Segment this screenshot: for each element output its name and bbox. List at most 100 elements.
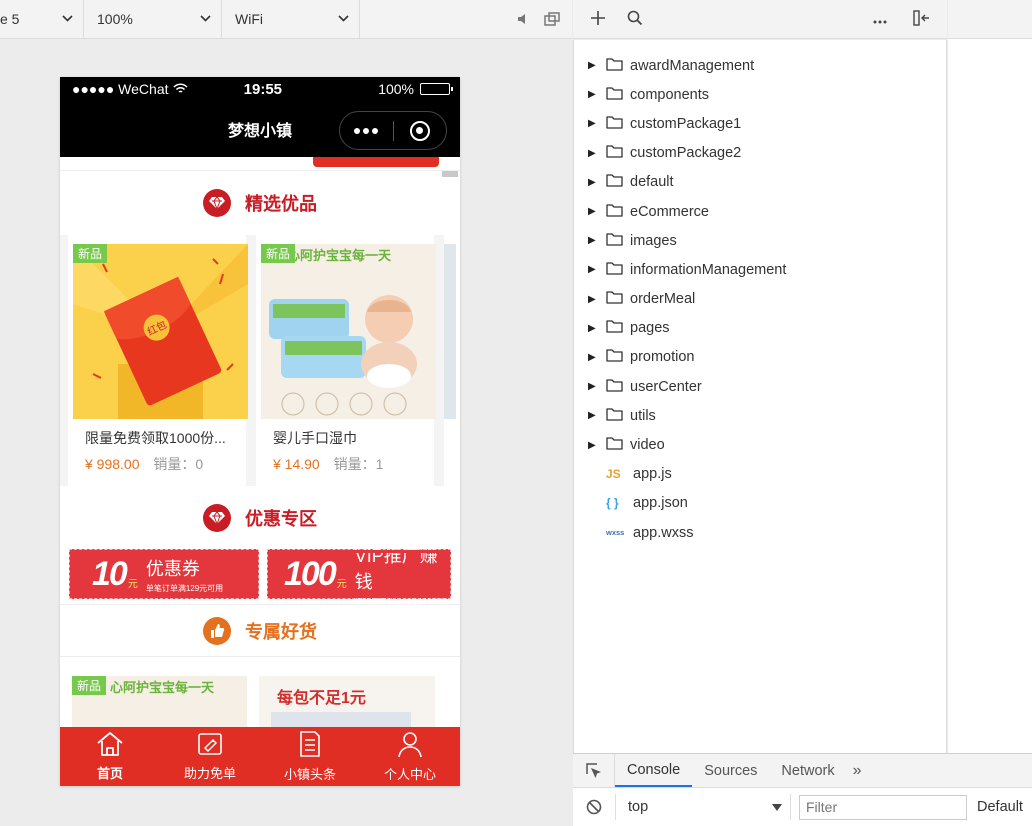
tag-icon bbox=[196, 731, 224, 760]
console-filter-input[interactable] bbox=[799, 794, 967, 820]
expand-caret-icon[interactable]: ▶ bbox=[588, 89, 598, 100]
tree-folder[interactable]: ▶ customPackage2 bbox=[574, 139, 946, 168]
exclusive-product-row[interactable]: 新品 心阿护宝宝每一天 每包不足1元 bbox=[60, 657, 460, 727]
expand-caret-icon[interactable]: ▶ bbox=[588, 440, 598, 451]
folder-name: images bbox=[630, 232, 677, 249]
product-card[interactable]: 新品 红包 限量免费领取1000份... ¥ 998.00 销量：0 bbox=[68, 235, 248, 486]
expand-caret-icon[interactable]: ▶ bbox=[588, 206, 598, 217]
folder-name: informationManagement bbox=[630, 261, 787, 278]
tree-folder[interactable]: ▶ customPackage1 bbox=[574, 109, 946, 138]
tree-folder[interactable]: ▶ images bbox=[574, 226, 946, 255]
tree-folder[interactable]: ▶ components bbox=[574, 80, 946, 109]
more-dots-icon[interactable] bbox=[340, 127, 393, 134]
add-icon[interactable] bbox=[591, 10, 605, 28]
chevron-down-icon bbox=[337, 13, 349, 25]
simulator-toolbar: e 5 100% WiFi bbox=[0, 0, 572, 39]
tab-network[interactable]: Network bbox=[769, 754, 846, 787]
tree-file[interactable]: JS app.js bbox=[574, 460, 946, 489]
section-discount-title: 优惠专区 bbox=[245, 508, 317, 529]
folder-name: pages bbox=[630, 320, 670, 337]
folder-name: promotion bbox=[630, 349, 695, 366]
tree-folder[interactable]: ▶ utils bbox=[574, 401, 946, 430]
folder-icon bbox=[606, 348, 623, 366]
console-filter-bar: top Default bbox=[573, 788, 1032, 826]
featured-product-row[interactable]: 新品 红包 限量免费领取1000份... ¥ 998.00 销量：0 新品 心阿… bbox=[60, 234, 460, 486]
cutoff-button[interactable] bbox=[313, 157, 439, 167]
section-exclusive-title: 专属好货 bbox=[245, 621, 317, 642]
folder-name: video bbox=[630, 437, 665, 454]
context-select[interactable]: top bbox=[615, 794, 791, 820]
tab-home[interactable]: 首页 bbox=[60, 727, 160, 786]
folder-icon bbox=[606, 57, 623, 75]
expand-caret-icon[interactable]: ▶ bbox=[588, 323, 598, 334]
chevron-down-icon bbox=[61, 13, 73, 25]
folder-icon bbox=[606, 232, 623, 250]
status-bar: ●●●●● WeChat 19:55 100% bbox=[60, 77, 460, 101]
tree-folder[interactable]: ▶ eCommerce bbox=[574, 197, 946, 226]
expand-caret-icon[interactable]: ▶ bbox=[588, 60, 598, 71]
tree-folder[interactable]: ▶ informationManagement bbox=[574, 255, 946, 284]
tree-file[interactable]: wxss app.wxss bbox=[574, 518, 946, 547]
expand-caret-icon[interactable]: ▶ bbox=[588, 294, 598, 305]
search-icon[interactable] bbox=[627, 10, 643, 29]
folder-name: orderMeal bbox=[630, 291, 696, 308]
product-card-partial[interactable] bbox=[444, 235, 460, 486]
exclusive-product-image[interactable]: 每包不足1元 bbox=[259, 676, 435, 727]
log-levels-select[interactable]: Default bbox=[977, 799, 1023, 815]
file-type-icon: { } bbox=[606, 496, 619, 511]
expand-caret-icon[interactable]: ▶ bbox=[588, 148, 598, 159]
expand-caret-icon[interactable]: ▶ bbox=[588, 118, 598, 129]
phone-frame: ●●●●● WeChat 19:55 100% 梦想小镇 精选优品 新品 红包 … bbox=[60, 77, 460, 786]
previous-item-cutoff bbox=[60, 157, 460, 171]
expand-caret-icon[interactable]: ▶ bbox=[588, 235, 598, 246]
detach-window-icon[interactable] bbox=[544, 12, 560, 26]
tree-folder[interactable]: ▶ userCenter bbox=[574, 372, 946, 401]
tag-new: 新品 bbox=[72, 676, 107, 695]
product-price: ¥ 14.90 bbox=[273, 456, 320, 472]
network-select[interactable]: WiFi bbox=[222, 0, 360, 39]
expand-caret-icon[interactable]: ▶ bbox=[588, 352, 598, 363]
more-options-icon[interactable] bbox=[873, 11, 887, 27]
tab-user-center[interactable]: 个人中心 bbox=[360, 727, 460, 786]
mute-icon[interactable] bbox=[516, 12, 530, 26]
expand-caret-icon[interactable]: ▶ bbox=[588, 264, 598, 275]
device-select-label: e 5 bbox=[0, 11, 20, 27]
folder-icon bbox=[606, 319, 623, 337]
tag-new: 新品 bbox=[261, 244, 296, 263]
tree-folder[interactable]: ▶ awardManagement bbox=[574, 51, 946, 80]
user-icon bbox=[396, 730, 424, 761]
exclusive-product-image[interactable]: 新品 心阿护宝宝每一天 bbox=[72, 676, 247, 727]
coupon-card[interactable]: 10 元 优惠券 单笔订单满129元可用 bbox=[69, 549, 259, 599]
folder-icon bbox=[606, 86, 623, 104]
tree-folder[interactable]: ▶ promotion bbox=[574, 343, 946, 372]
tab-news[interactable]: 小镇头条 bbox=[260, 727, 360, 786]
tree-folder[interactable]: ▶ orderMeal bbox=[574, 285, 946, 314]
tab-sources[interactable]: Sources bbox=[692, 754, 769, 787]
more-tabs-icon[interactable]: » bbox=[847, 754, 868, 787]
zoom-select[interactable]: 100% bbox=[84, 0, 222, 39]
tree-folder[interactable]: ▶ video bbox=[574, 430, 946, 459]
section-featured-title: 精选优品 bbox=[245, 193, 317, 214]
inspect-element-icon[interactable] bbox=[573, 754, 615, 787]
coupon-card[interactable]: 100 元 VIP推广赚钱 您的推广收益已达到100元 bbox=[267, 546, 451, 606]
tree-file[interactable]: { } app.json bbox=[574, 489, 946, 518]
section-exclusive-header: 专属好货 bbox=[60, 605, 460, 657]
zoom-select-label: 100% bbox=[97, 11, 133, 27]
close-miniprogram-icon[interactable] bbox=[394, 120, 447, 141]
tree-folder[interactable]: ▶ default bbox=[574, 168, 946, 197]
clear-console-icon[interactable] bbox=[573, 799, 615, 815]
file-tree-list: ▶ awardManagement ▶ components ▶ customPackag… bbox=[574, 40, 946, 547]
expand-caret-icon[interactable]: ▶ bbox=[588, 410, 598, 421]
tab-free-order[interactable]: 助力免单 bbox=[160, 727, 260, 786]
collapse-panel-icon[interactable] bbox=[913, 9, 931, 29]
folder-name: default bbox=[630, 174, 674, 191]
tab-console[interactable]: Console bbox=[615, 754, 693, 787]
expand-caret-icon[interactable]: ▶ bbox=[588, 177, 598, 188]
device-select[interactable]: e 5 bbox=[0, 0, 84, 39]
product-card[interactable]: 新品 心阿护宝宝每一天 婴儿手口湿巾 ¥ 14.90 销量：1 bbox=[256, 235, 436, 486]
product-sales: 销量：1 bbox=[333, 456, 384, 472]
expand-caret-icon[interactable]: ▶ bbox=[588, 381, 598, 392]
coupon-main-text: 优惠券 bbox=[145, 558, 200, 579]
tree-folder[interactable]: ▶ pages bbox=[574, 314, 946, 343]
network-select-label: WiFi bbox=[235, 11, 263, 27]
